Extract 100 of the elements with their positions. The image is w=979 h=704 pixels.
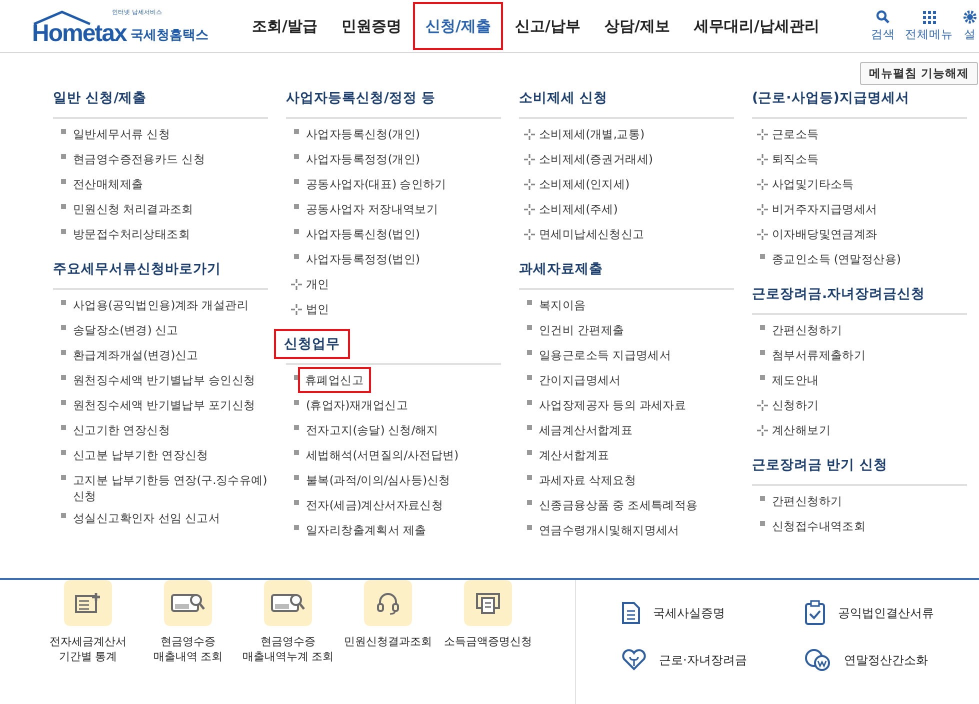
menu-link[interactable]: 간편신청하기 [772,319,842,341]
menu-link[interactable]: 사업자등록정정(법인) [306,248,420,270]
quick-link-tile[interactable] [364,580,412,626]
settings-icon [963,10,977,24]
square-bullet-icon [526,525,532,530]
utility-button[interactable]: 전체메뉴 [905,10,953,42]
menu-link[interactable]: 신청하기 [772,394,819,416]
shortcut-link[interactable]: 공익법인결산서류 [838,604,934,622]
nav-tab[interactable]: 상담/제보 [594,4,680,48]
menu-link[interactable]: (휴업자)재개업신고 [306,394,408,416]
menu-link[interactable]: 제도안내 [772,369,819,391]
menu-link[interactable]: 과세자료 삭제요청 [539,469,636,491]
nav-tab[interactable]: 신고/납부 [504,4,590,48]
quick-link-label[interactable]: 소득금액증명신청 [444,634,532,649]
square-bullet-icon [60,375,66,380]
nav-tab[interactable]: 조회/발급 [242,4,328,48]
menu-link[interactable]: 신청접수내역조회 [772,515,866,537]
menu-link[interactable]: 전자(세금)계산서자료신청 [306,494,444,516]
menu-link[interactable]: 휴폐업신고 [300,369,369,391]
plus-bullet-icon [756,229,768,240]
menu-link[interactable]: 송달장소(변경) 신고 [73,319,178,341]
menu-link[interactable]: 방문접수처리상태조회 [73,223,190,245]
coin-icon [804,648,832,672]
menu-link[interactable]: 계산해보기 [772,419,831,441]
menu-link[interactable]: 인건비 간편제출 [539,319,624,341]
menu-link[interactable]: 일자리창출계획서 제출 [306,519,426,541]
menu-link[interactable]: 고지분 납부기한등 연장(구.징수유예) 신청 [73,469,268,507]
menu-link[interactable]: 공동사업자 저장내역보기 [306,198,438,220]
menu-link[interactable]: 개인 [306,273,330,295]
quick-link-label[interactable]: 현금영수증 매출내역 조회 [153,634,223,664]
square-bullet-icon [294,254,298,259]
menu-link[interactable]: 복지이음 [539,294,586,316]
nav-tab[interactable]: 신청/제출 [415,4,501,48]
menu-link[interactable]: 세법해석(서면질의/사전답변) [306,444,458,466]
menu-link[interactable]: 일용근로소득 지급명세서 [539,344,672,366]
shortcut-link[interactable]: 연말정산간소화 [844,652,928,668]
menu-link[interactable]: 사업자등록정정(개인) [306,148,420,170]
menu-link[interactable]: 면세미납세신청신고 [539,223,644,245]
shortcut-link[interactable]: 근로·자녀장려금 [659,652,747,668]
quick-link-label[interactable]: 민원신청결과조회 [344,634,432,649]
utility-button[interactable]: 설 [963,10,977,42]
shortcut-link[interactable]: 국세사실증명 [653,604,725,622]
menu-link[interactable]: 전자고지(송달) 신청/해지 [306,419,438,441]
square-bullet-icon [60,129,66,134]
menu-link[interactable]: 소비제세(주세) [539,198,618,220]
menu-link[interactable]: 신고분 납부기한 연장신청 [73,444,208,466]
menu-toggle-button[interactable]: 메뉴펼침 기능해제 [860,62,978,85]
quick-link-tile[interactable] [464,580,512,626]
menu-link[interactable]: 퇴직소득 [772,148,819,170]
menu-link[interactable]: 계산서합계표 [539,444,610,466]
nav-tab[interactable]: 세무대리/납세관리 [684,4,830,48]
menu-link[interactable]: 원천징수세액 반기별납부 포기신청 [73,394,256,416]
menu-link[interactable]: 사업장제공자 등의 과세자료 [539,394,686,416]
menu-link[interactable]: 간편신청하기 [772,490,842,512]
menu-link[interactable]: 환급계좌개설(변경)신고 [73,344,198,366]
menu-link[interactable]: 사업자등록신청(법인) [306,223,420,245]
menu-link[interactable]: 소비제세(인지세) [539,173,630,195]
menu-link[interactable]: 비거주자지급명세서 [772,198,878,220]
square-bullet-icon [60,325,66,330]
menu-link[interactable]: 원천징수세액 반기별납부 승인신청 [73,369,256,391]
menu-link[interactable]: 민원신청 처리결과조회 [73,198,194,220]
quick-link-label[interactable]: 현금영수증 매출내역누계 조회 [242,634,334,664]
square-bullet-icon [526,350,532,355]
menu-link[interactable]: 간이지급명세서 [539,369,621,391]
menu-link[interactable]: 현금영수증전용카드 신청 [73,148,206,170]
menu-link[interactable]: 신고기한 연장신청 [73,419,170,441]
menu-link[interactable]: 불복(과적/이의/심사등)신청 [306,469,450,491]
plus-bullet-icon [524,179,534,190]
utility-button[interactable]: 검색 [871,10,895,42]
menu-link[interactable]: 종교인소득 (연말정산용) [772,248,901,270]
section-heading: 근로장려금.자녀장려금신청 [752,285,926,304]
quick-link-label[interactable]: 전자세금계산서 기간별 통계 [50,634,126,664]
menu-link[interactable]: 소비제세(증권거래세) [539,148,653,170]
nav-tab[interactable]: 민원증명 [331,4,412,48]
menu-link[interactable]: 이자배당및연금계좌 [772,223,878,245]
menu-link[interactable]: 사업용(공익법인용)계좌 개설관리 [73,294,249,316]
plus-bullet-icon [524,154,534,165]
quick-link-tile[interactable] [264,580,312,626]
quick-link-tile[interactable] [64,580,112,626]
square-bullet-icon [294,154,298,159]
headset-icon [375,590,401,616]
menu-link[interactable]: 연금수령개시및해지명세서 [539,519,680,541]
menu-link[interactable]: 전산매체제출 [73,173,144,195]
menu-link[interactable]: 일반세무서류 신청 [73,123,170,145]
utility-label: 설 [964,27,976,42]
menu-link[interactable]: 세금계산서합계표 [539,419,633,441]
menu-link[interactable]: 사업및기타소득 [772,173,854,195]
menu-link[interactable]: 첨부서류제출하기 [772,344,866,366]
square-bullet-icon [526,425,532,430]
menu-link[interactable]: 법인 [306,298,330,320]
menu-link[interactable]: 성실신고확인자 선임 신고서 [73,507,220,529]
menu-link[interactable]: 신종금융상품 중 조세특례적용 [539,494,698,516]
menu-link[interactable]: 근로소득 [772,123,819,145]
quick-link-tile[interactable] [164,580,212,626]
menu-link[interactable]: 소비제세(개별,교통) [539,123,644,145]
plus-bullet-icon [756,154,768,165]
square-bullet-icon [294,375,298,380]
menu-link[interactable]: 사업자등록신청(개인) [306,123,420,145]
menu-link[interactable]: 공동사업자(대표) 승인하기 [306,173,446,195]
square-bullet-icon [526,450,532,455]
